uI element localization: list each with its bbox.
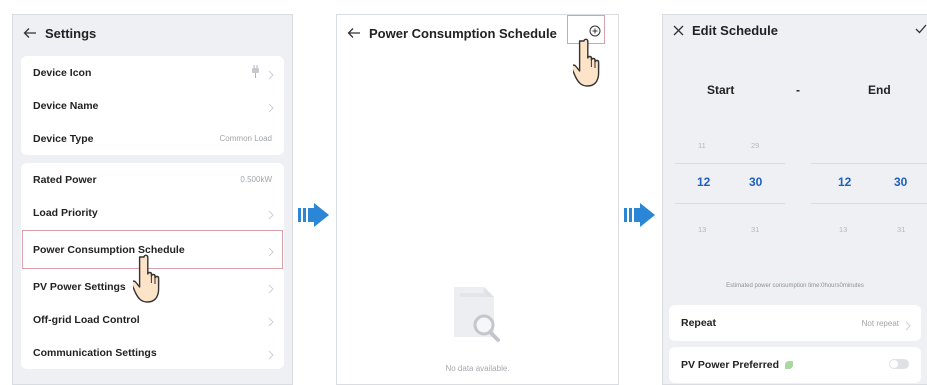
picker-minute-next: 31	[751, 225, 760, 234]
plug-icon	[251, 65, 260, 84]
picker-divider	[811, 203, 927, 204]
settings-item-label: Rated Power	[33, 173, 97, 186]
repeat-label: Repeat	[681, 317, 717, 329]
chevron-right-icon	[268, 347, 274, 365]
settings-item-label: Device Type	[33, 132, 94, 145]
range-dash: -	[796, 83, 800, 97]
picker-minute-selected[interactable]: 30	[749, 175, 762, 189]
picker-hour-selected[interactable]: 12	[838, 175, 851, 189]
pv-power-preferred-row: PV Power Preferred	[669, 347, 921, 383]
settings-item-rated-power[interactable]: Rated Power 0.500kW	[21, 163, 284, 196]
estimated-time-text: Estimated power consumption time:0hours0…	[726, 283, 864, 289]
chevron-right-icon	[268, 244, 274, 262]
pv-preferred-card: PV Power Preferred	[669, 347, 921, 383]
picker-minute-selected[interactable]: 30	[894, 175, 907, 189]
empty-document-icon	[448, 283, 508, 350]
edit-schedule-screen: Edit Schedule Start - End 11 29 12 30 13…	[662, 14, 927, 385]
pv-power-preferred-label: PV Power Preferred	[681, 359, 780, 371]
end-label: End	[868, 83, 891, 97]
schedule-screen: Power Consumption Schedule No data avail…	[336, 14, 619, 385]
empty-state-text: No data available.	[445, 364, 510, 373]
chevron-right-icon	[905, 318, 911, 336]
repeat-row[interactable]: Repeat Not repeat	[669, 305, 921, 341]
pv-power-preferred-toggle[interactable]	[889, 359, 909, 369]
flow-arrow-icon	[624, 203, 656, 232]
picker-minute-next: 31	[897, 225, 906, 234]
flow-arrow-icon	[298, 203, 330, 232]
picker-minute-prev: 29	[751, 141, 760, 150]
settings-item-label: Communication Settings	[33, 346, 157, 359]
check-icon[interactable]	[915, 24, 927, 34]
page-title: Edit Schedule	[692, 22, 778, 38]
page-title: Settings	[45, 25, 97, 41]
settings-item-label: Device Name	[33, 99, 99, 112]
settings-item-device-name[interactable]: Device Name	[21, 89, 284, 122]
hand-pointer-icon	[570, 37, 609, 94]
settings-item-label: Off-grid Load Control	[33, 313, 140, 326]
settings-item-value: Common Load	[219, 134, 272, 143]
picker-hour-selected[interactable]: 12	[697, 175, 710, 189]
settings-item-device-icon[interactable]: Device Icon	[21, 56, 284, 89]
chevron-right-icon	[268, 100, 274, 118]
settings-item-device-type[interactable]: Device Type Common Load	[21, 122, 284, 155]
settings-item-load-priority[interactable]: Load Priority	[21, 196, 284, 229]
settings-item-communication-settings[interactable]: Communication Settings	[21, 336, 284, 369]
settings-screen: Settings Device Icon Device Name Device …	[12, 14, 293, 385]
edit-schedule-header: Edit Schedule	[663, 15, 927, 45]
picker-divider	[811, 163, 927, 164]
back-arrow-icon[interactable]	[23, 27, 37, 39]
leaf-icon	[785, 361, 794, 369]
settings-item-value: 0.500kW	[240, 175, 272, 184]
chevron-right-icon	[268, 314, 274, 332]
picker-divider	[675, 163, 785, 164]
hand-pointer-icon	[130, 253, 169, 310]
picker-hour-prev: 11	[698, 141, 706, 150]
settings-header: Settings	[13, 15, 292, 51]
picker-hour-next: 13	[839, 225, 848, 234]
page-title: Power Consumption Schedule	[369, 25, 557, 41]
settings-item-label: PV Power Settings	[33, 280, 126, 293]
back-arrow-icon[interactable]	[347, 27, 361, 39]
chevron-right-icon	[268, 281, 274, 299]
chevron-right-icon	[268, 67, 274, 85]
repeat-value: Not repeat	[861, 318, 899, 328]
device-info-card: Device Icon Device Name Device Type Comm…	[21, 56, 284, 155]
start-label: Start	[707, 83, 735, 97]
repeat-card: Repeat Not repeat	[669, 305, 921, 341]
chevron-right-icon	[268, 207, 274, 225]
settings-item-label: Device Icon	[33, 66, 92, 79]
picker-divider	[675, 203, 785, 204]
close-icon[interactable]	[673, 25, 684, 36]
settings-item-label: Load Priority	[33, 206, 98, 219]
picker-hour-next: 13	[698, 225, 707, 234]
